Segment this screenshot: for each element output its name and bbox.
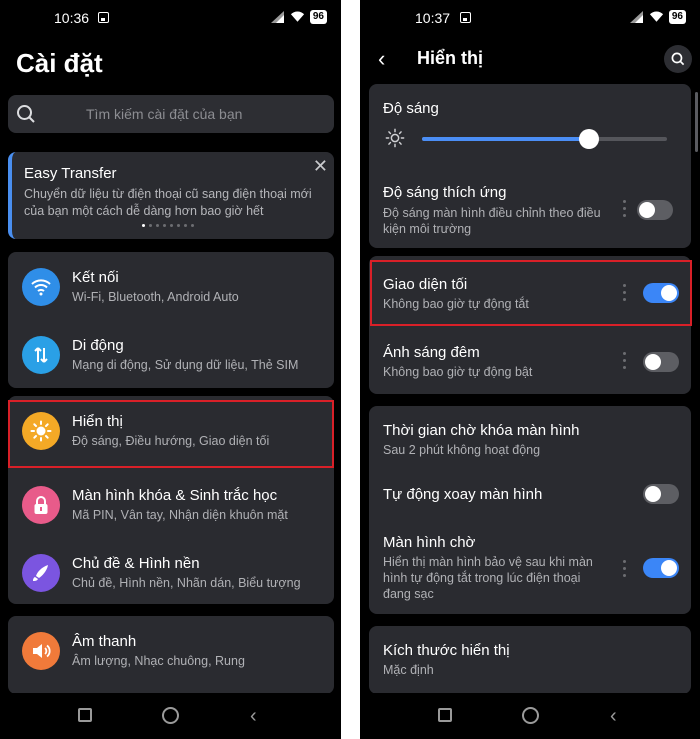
brightness-slider[interactable] <box>422 129 667 149</box>
page-title: Hiển thị <box>417 48 483 68</box>
gallery-notification-icon <box>98 12 109 23</box>
setting-night-light[interactable]: Ánh sáng đêm Không bao giờ tự động bật <box>369 326 691 394</box>
mobile-data-icon <box>22 336 60 374</box>
search-bar[interactable]: Tìm kiếm cài đặt của bạn <box>8 95 334 133</box>
easy-transfer-banner[interactable]: Easy Transfer Chuyển dữ liệu từ điện tho… <box>8 152 334 239</box>
display-settings-screen: 10:37 96 ‹ Hiển thị Độ sáng Độ sáng thíc… <box>360 0 700 739</box>
setting-title: Thời gian chờ khóa màn hình <box>383 422 580 439</box>
setting-title: Ánh sáng đêm <box>383 344 480 361</box>
setting-screen-timeout[interactable]: Thời gian chờ khóa màn hình Sau 2 phút k… <box>369 406 691 470</box>
back-arrow-icon[interactable]: ‹ <box>378 46 385 72</box>
setting-subtitle: Sau 2 phút không hoạt động <box>383 443 541 457</box>
more-vert-icon <box>623 560 626 578</box>
home-button[interactable] <box>522 707 539 724</box>
setting-subtitle: Độ sáng màn hình điều chỉnh theo điều ki… <box>383 206 601 236</box>
search-placeholder: Tìm kiếm cài đặt của bạn <box>86 106 243 122</box>
brightness-label: Độ sáng <box>383 100 439 117</box>
setting-title: Kích thước hiển thị <box>383 642 510 659</box>
screensaver-toggle[interactable] <box>643 558 679 578</box>
highlight-box <box>370 260 692 326</box>
navigation-bar: ‹ <box>360 693 700 739</box>
status-bar: 10:36 96 <box>0 0 341 36</box>
status-bar: 10:37 96 <box>360 0 700 36</box>
setting-subtitle: Không bao giờ tự động bật <box>383 365 533 379</box>
wifi-status-icon <box>290 11 304 22</box>
close-icon[interactable]: ✕ <box>313 156 328 177</box>
scrollbar[interactable] <box>695 92 698 152</box>
status-time: 10:36 <box>54 10 90 26</box>
item-subtitle: Mạng di động, Sử dụng dữ liệu, Thẻ SIM <box>72 358 299 372</box>
item-title: Âm thanh <box>72 633 137 650</box>
item-title: Di động <box>72 337 124 354</box>
setting-screensaver[interactable]: Màn hình chờ Hiển thị màn hình bảo vệ sa… <box>369 520 691 614</box>
screen-card: Thời gian chờ khóa màn hình Sau 2 phút k… <box>369 406 691 614</box>
page-title: Cài đặt <box>16 48 103 78</box>
item-title: Kết nối <box>72 269 119 286</box>
network-card: Kết nối Wi-Fi, Bluetooth, Android Auto D… <box>8 252 334 388</box>
item-subtitle: Chủ đề, Hình nền, Nhãn dán, Biểu tượng <box>72 576 301 590</box>
theme-brush-icon <box>22 554 60 592</box>
search-icon <box>671 52 685 66</box>
wifi-status-icon <box>649 11 663 22</box>
navigation-bar: ‹ <box>0 693 341 739</box>
item-subtitle: Mã PIN, Vân tay, Nhận diện khuôn mặt <box>72 508 288 522</box>
sound-card: Âm thanh Âm lượng, Nhạc chuông, Rung <box>8 616 334 694</box>
signal-icon <box>629 11 643 23</box>
settings-item-themes[interactable]: Chủ đề & Hình nền Chủ đề, Hình nền, Nhãn… <box>8 538 334 606</box>
recents-button[interactable] <box>438 708 452 722</box>
item-title: Chủ đề & Hình nền <box>72 555 200 572</box>
settings-item-mobile[interactable]: Di động Mạng di động, Sử dụng dữ liệu, T… <box>8 320 334 388</box>
item-subtitle: Wi-Fi, Bluetooth, Android Auto <box>72 290 239 304</box>
brightness-sun-icon <box>385 128 405 148</box>
recents-button[interactable] <box>78 708 92 722</box>
night-light-toggle[interactable] <box>643 352 679 372</box>
settings-screen: 10:36 96 Cài đặt Tìm kiếm cài đặt của bạ… <box>0 0 341 739</box>
back-nav-button[interactable]: ‹ <box>610 706 617 726</box>
top-app-bar: ‹ Hiển thị <box>360 36 700 82</box>
banner-title: Easy Transfer <box>24 165 117 182</box>
highlight-box <box>8 400 334 468</box>
settings-item-sound[interactable]: Âm thanh Âm lượng, Nhạc chuông, Rung <box>8 616 334 684</box>
setting-display-size[interactable]: Kích thước hiển thị Mặc định <box>369 626 691 694</box>
setting-auto-rotate[interactable]: Tự động xoay màn hình <box>369 470 691 520</box>
more-vert-icon <box>623 352 626 370</box>
setting-title: Màn hình chờ <box>383 534 476 551</box>
search-icon <box>17 105 35 123</box>
settings-item-lockscreen[interactable]: Màn hình khóa & Sinh trắc học Mã PIN, Vâ… <box>8 470 334 538</box>
speaker-icon <box>22 632 60 670</box>
item-title: Màn hình khóa & Sinh trắc học <box>72 487 278 504</box>
wifi-icon <box>22 268 60 306</box>
banner-description: Chuyển dữ liệu từ điện thoại cũ sang điệ… <box>24 187 312 218</box>
home-button[interactable] <box>162 707 179 724</box>
setting-adaptive-brightness[interactable]: Độ sáng thích ứng Độ sáng màn hình điều … <box>369 172 691 244</box>
back-nav-button[interactable]: ‹ <box>250 706 257 726</box>
setting-title: Độ sáng thích ứng <box>383 184 507 201</box>
slider-thumb[interactable] <box>578 129 599 149</box>
item-subtitle: Âm lượng, Nhạc chuông, Rung <box>72 654 245 668</box>
signal-icon <box>270 11 284 23</box>
carousel-dots <box>142 224 194 227</box>
slider-fill <box>422 137 589 141</box>
status-time: 10:37 <box>415 10 451 26</box>
settings-item-connections[interactable]: Kết nối Wi-Fi, Bluetooth, Android Auto <box>8 252 334 320</box>
setting-subtitle: Hiển thị màn hình bảo vệ sau khi màn hìn… <box>383 555 593 601</box>
search-button[interactable] <box>664 45 692 73</box>
adaptive-brightness-toggle[interactable] <box>637 200 673 220</box>
battery-icon: 96 <box>309 10 327 24</box>
battery-icon: 96 <box>668 10 686 24</box>
setting-title: Tự động xoay màn hình <box>383 486 543 503</box>
more-vert-icon <box>623 200 626 218</box>
brightness-card: Độ sáng Độ sáng thích ứng Độ sáng màn hì… <box>369 84 691 248</box>
lock-icon <box>22 486 60 524</box>
size-card: Kích thước hiển thị Mặc định <box>369 626 691 694</box>
setting-subtitle: Mặc định <box>383 663 434 677</box>
auto-rotate-toggle[interactable] <box>643 484 679 504</box>
gallery-notification-icon <box>460 12 471 23</box>
